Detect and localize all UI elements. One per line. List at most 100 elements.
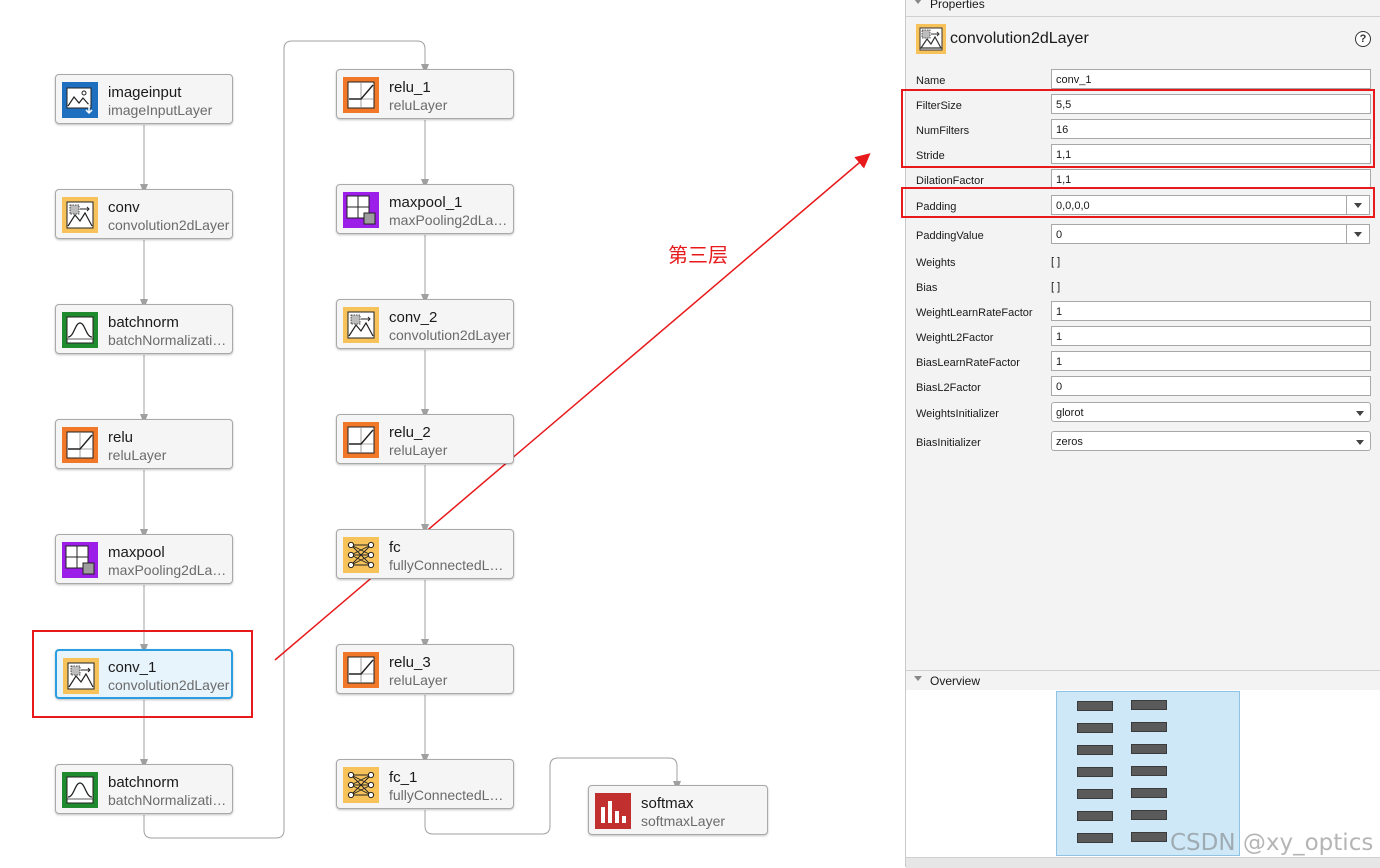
bias-value: [ ] bbox=[1051, 281, 1061, 293]
prop-row-weightsinit: WeightsInitializer glorot bbox=[906, 401, 1380, 425]
prop-row-padding: Padding 0,0,0,0 bbox=[906, 194, 1380, 218]
prop-label: BiasInitializer bbox=[916, 437, 981, 449]
layer-type: convolution2dLayer bbox=[108, 217, 230, 233]
prop-label: WeightsInitializer bbox=[916, 408, 999, 420]
prop-row-filtersize: FilterSize 5,5 bbox=[906, 93, 1380, 117]
relu-icon bbox=[62, 427, 98, 463]
paddingvalue-dropdown-button[interactable] bbox=[1346, 225, 1369, 243]
biasinit-value: zeros bbox=[1056, 436, 1083, 448]
layer-node-maxpool-1[interactable]: maxpool_1 maxPooling2dLayer bbox=[336, 184, 514, 234]
prop-label: WeightL2Factor bbox=[916, 332, 994, 344]
layer-type: batchNormalizationLayer bbox=[108, 332, 230, 348]
padding-value: 0,0,0,0 bbox=[1056, 200, 1090, 212]
prop-row-weightlr: WeightLearnRateFactor 1 bbox=[906, 300, 1380, 324]
convolution-icon bbox=[916, 24, 946, 54]
padding-dropdown-button[interactable] bbox=[1346, 196, 1369, 214]
padding-combo[interactable]: 0,0,0,0 bbox=[1051, 195, 1370, 215]
layer-type: maxPooling2dLayer bbox=[108, 562, 230, 578]
collapse-triangle-icon[interactable] bbox=[914, 676, 922, 681]
prop-row-numfilters: NumFilters 16 bbox=[906, 118, 1380, 142]
layer-type: imageInputLayer bbox=[108, 102, 213, 118]
layer-name: imageinput bbox=[108, 84, 182, 101]
layer-node-fc-1[interactable]: fc_1 fullyConnectedLayer bbox=[336, 759, 514, 809]
layer-type: reluLayer bbox=[389, 672, 448, 688]
layer-node-maxpool[interactable]: maxpool maxPooling2dLayer bbox=[55, 534, 233, 584]
prop-label: BiasLearnRateFactor bbox=[916, 357, 1020, 369]
relu-icon bbox=[343, 652, 379, 688]
numfilters-field[interactable]: 16 bbox=[1051, 119, 1371, 139]
properties-section-header[interactable]: Properties bbox=[906, 0, 1380, 17]
convolution-icon bbox=[63, 658, 99, 694]
layer-name: softmax bbox=[641, 795, 694, 812]
layer-node-softmax[interactable]: softmax softmaxLayer bbox=[588, 785, 768, 835]
prop-label: Weights bbox=[916, 257, 956, 269]
layer-node-relu-1[interactable]: relu_1 reluLayer bbox=[336, 69, 514, 119]
weightsinit-dropdown[interactable]: glorot bbox=[1051, 402, 1371, 422]
layer-name: conv_2 bbox=[389, 309, 438, 326]
batch-norm-icon bbox=[62, 312, 98, 348]
overview-block bbox=[1077, 811, 1113, 821]
layer-node-batchnorm-1[interactable]: batchnorm batchNormalizationLayer bbox=[55, 764, 233, 814]
prop-row-weights: Weights [ ] bbox=[906, 250, 1380, 274]
layer-node-imageinput[interactable]: imageinput imageInputLayer bbox=[55, 74, 233, 124]
layer-node-conv-1[interactable]: conv_1 convolution2dLayer bbox=[55, 649, 233, 699]
watermark: CSDN @xy_optics bbox=[1170, 830, 1374, 856]
image-input-icon bbox=[62, 82, 98, 118]
batch-norm-icon bbox=[62, 772, 98, 808]
prop-label: FilterSize bbox=[916, 100, 962, 112]
overview-block bbox=[1077, 833, 1113, 843]
paddingvalue-combo[interactable]: 0 bbox=[1051, 224, 1370, 244]
layer-name: relu_2 bbox=[389, 424, 431, 441]
prop-row-dilation: DilationFactor 1,1 bbox=[906, 168, 1380, 192]
overview-block bbox=[1077, 789, 1113, 799]
properties-panel: Properties convolution2dLayer ? Name con… bbox=[901, 0, 1380, 868]
annotation-label: 第三层 bbox=[668, 243, 728, 267]
layer-type-title: convolution2dLayer bbox=[950, 30, 1089, 47]
max-pool-icon bbox=[343, 192, 379, 228]
prop-row-stride: Stride 1,1 bbox=[906, 143, 1380, 167]
layer-type: maxPooling2dLayer bbox=[389, 212, 511, 228]
fully-connected-icon bbox=[343, 767, 379, 803]
network-canvas[interactable]: imageinput imageInputLayer conv convolut… bbox=[0, 0, 905, 867]
prop-row-biaslr: BiasLearnRateFactor 1 bbox=[906, 350, 1380, 374]
filtersize-field[interactable]: 5,5 bbox=[1051, 94, 1371, 114]
overview-block bbox=[1131, 722, 1167, 732]
overview-block bbox=[1077, 767, 1113, 777]
horizontal-scrollbar[interactable] bbox=[906, 857, 1380, 868]
weightlr-field[interactable]: 1 bbox=[1051, 301, 1371, 321]
layer-type: reluLayer bbox=[389, 442, 448, 458]
name-field[interactable]: conv_1 bbox=[1051, 69, 1371, 89]
chevron-down-icon bbox=[1354, 232, 1362, 237]
max-pool-icon bbox=[62, 542, 98, 578]
stride-field[interactable]: 1,1 bbox=[1051, 144, 1371, 164]
prop-label: NumFilters bbox=[916, 125, 970, 137]
dilation-field[interactable]: 1,1 bbox=[1051, 169, 1371, 189]
layer-type: convolution2dLayer bbox=[389, 327, 511, 343]
layer-node-conv-2[interactable]: conv_2 convolution2dLayer bbox=[336, 299, 514, 349]
convolution-icon bbox=[62, 197, 98, 233]
layer-name: relu_3 bbox=[389, 654, 431, 671]
prop-row-paddingvalue: PaddingValue 0 bbox=[906, 223, 1380, 247]
prop-label: Padding bbox=[916, 201, 957, 213]
prop-label: Bias bbox=[916, 282, 938, 294]
chevron-down-icon bbox=[1356, 411, 1364, 416]
help-icon[interactable]: ? bbox=[1355, 31, 1371, 47]
prop-label: WeightLearnRateFactor bbox=[916, 307, 1033, 319]
layer-node-relu-2[interactable]: relu_2 reluLayer bbox=[336, 414, 514, 464]
layer-node-fc[interactable]: fc fullyConnectedLayer bbox=[336, 529, 514, 579]
overview-block bbox=[1131, 832, 1167, 842]
layer-node-relu-3[interactable]: relu_3 reluLayer bbox=[336, 644, 514, 694]
weightl2-field[interactable]: 1 bbox=[1051, 326, 1371, 346]
overview-block bbox=[1131, 744, 1167, 754]
biaslr-field[interactable]: 1 bbox=[1051, 351, 1371, 371]
layer-node-conv[interactable]: conv convolution2dLayer bbox=[55, 189, 233, 239]
layer-type: reluLayer bbox=[389, 97, 448, 113]
prop-label: Name bbox=[916, 75, 946, 87]
layer-type: fullyConnectedLayer bbox=[389, 787, 511, 803]
prop-row-biasinit: BiasInitializer zeros bbox=[906, 430, 1380, 454]
collapse-triangle-icon[interactable] bbox=[914, 0, 922, 4]
layer-node-batchnorm[interactable]: batchnorm batchNormalizationLayer bbox=[55, 304, 233, 354]
biasinit-dropdown[interactable]: zeros bbox=[1051, 431, 1371, 451]
biasl2-field[interactable]: 0 bbox=[1051, 376, 1371, 396]
layer-node-relu[interactable]: relu reluLayer bbox=[55, 419, 233, 469]
